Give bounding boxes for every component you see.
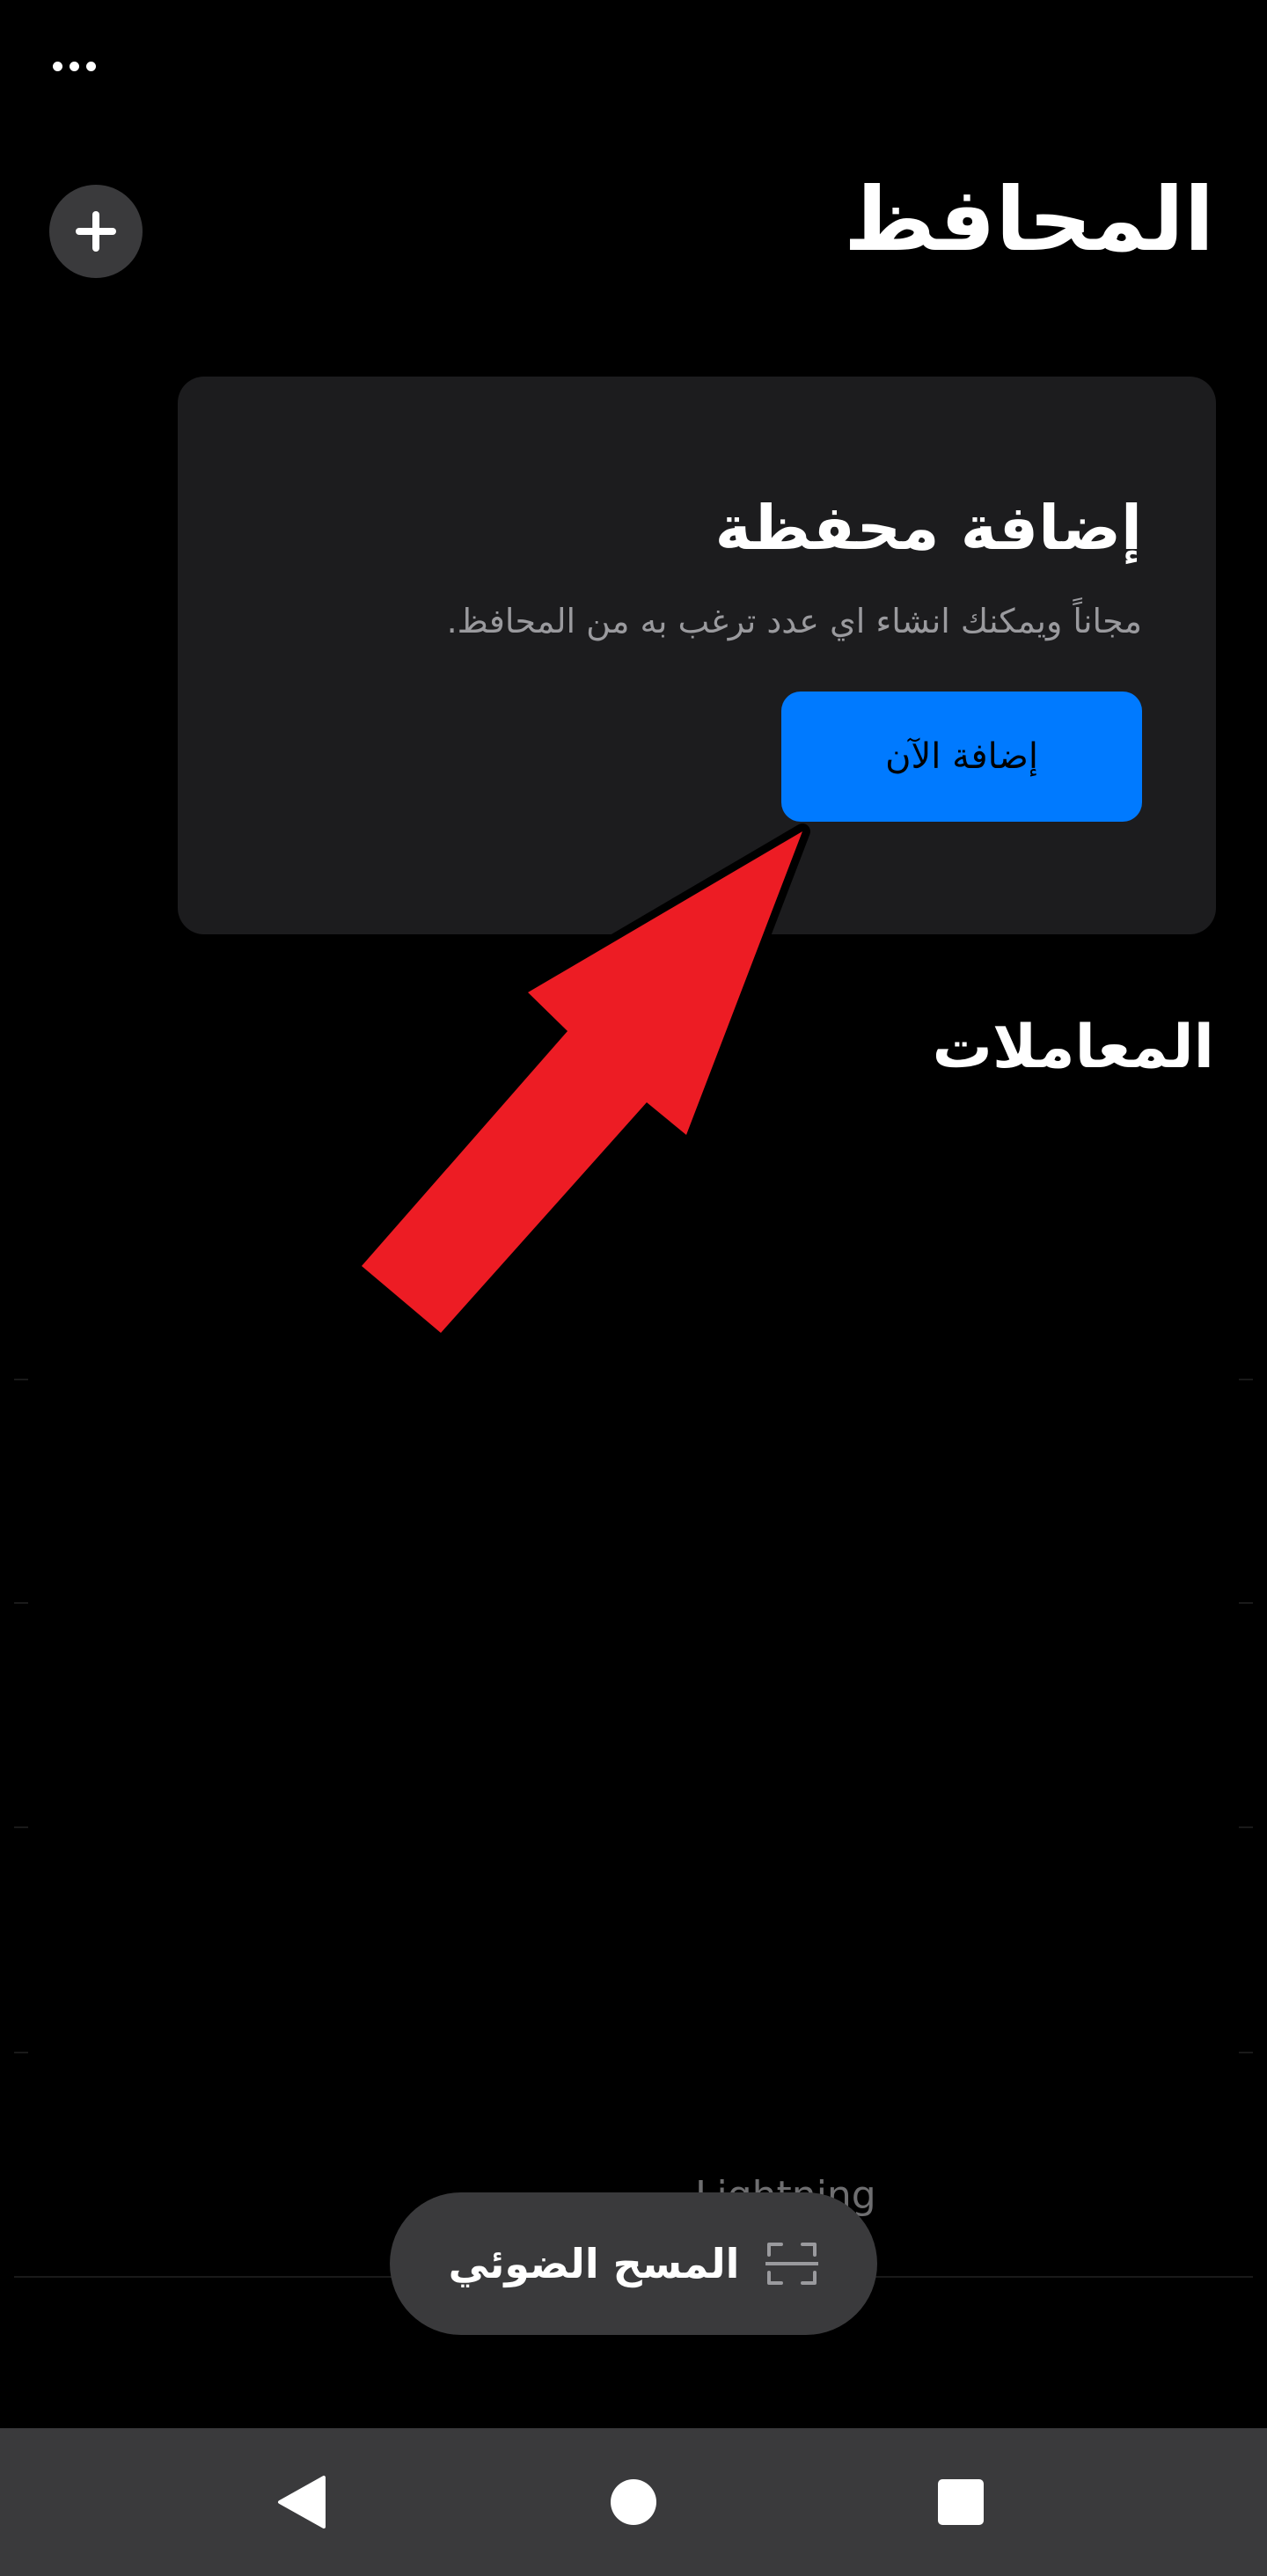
add-wallet-card: إضافة محفظة مجاناً ويمكنك انشاء اي عدد ت… [178,377,1216,934]
back-triangle-icon [278,2476,326,2528]
home-circle-icon [611,2479,656,2525]
plus-icon [76,211,116,252]
add-wallet-card-description: مجاناً ويمكنك انشاء اي عدد ترغب به من ال… [446,602,1142,640]
transactions-title: المعاملات [932,1013,1214,1082]
more-menu-button[interactable] [53,53,114,79]
system-navigation-bar [0,2428,1267,2576]
scan-button-label: المسح الضوئي [448,2240,740,2287]
add-now-button[interactable]: إضافة الآن [781,692,1142,822]
more-dot [53,61,62,71]
more-dot [70,61,79,71]
back-button[interactable] [231,2428,371,2576]
recents-square-icon [938,2479,984,2525]
scan-button[interactable]: المسح الضوئي [390,2192,877,2335]
add-wallet-card-title: إضافة محفظة [714,492,1142,564]
scan-icon [765,2243,819,2285]
more-dot [86,61,96,71]
home-button[interactable] [563,2428,704,2576]
recents-button[interactable] [890,2428,1031,2576]
page-title: المحافظ [843,168,1214,271]
add-wallet-button[interactable] [49,185,143,278]
